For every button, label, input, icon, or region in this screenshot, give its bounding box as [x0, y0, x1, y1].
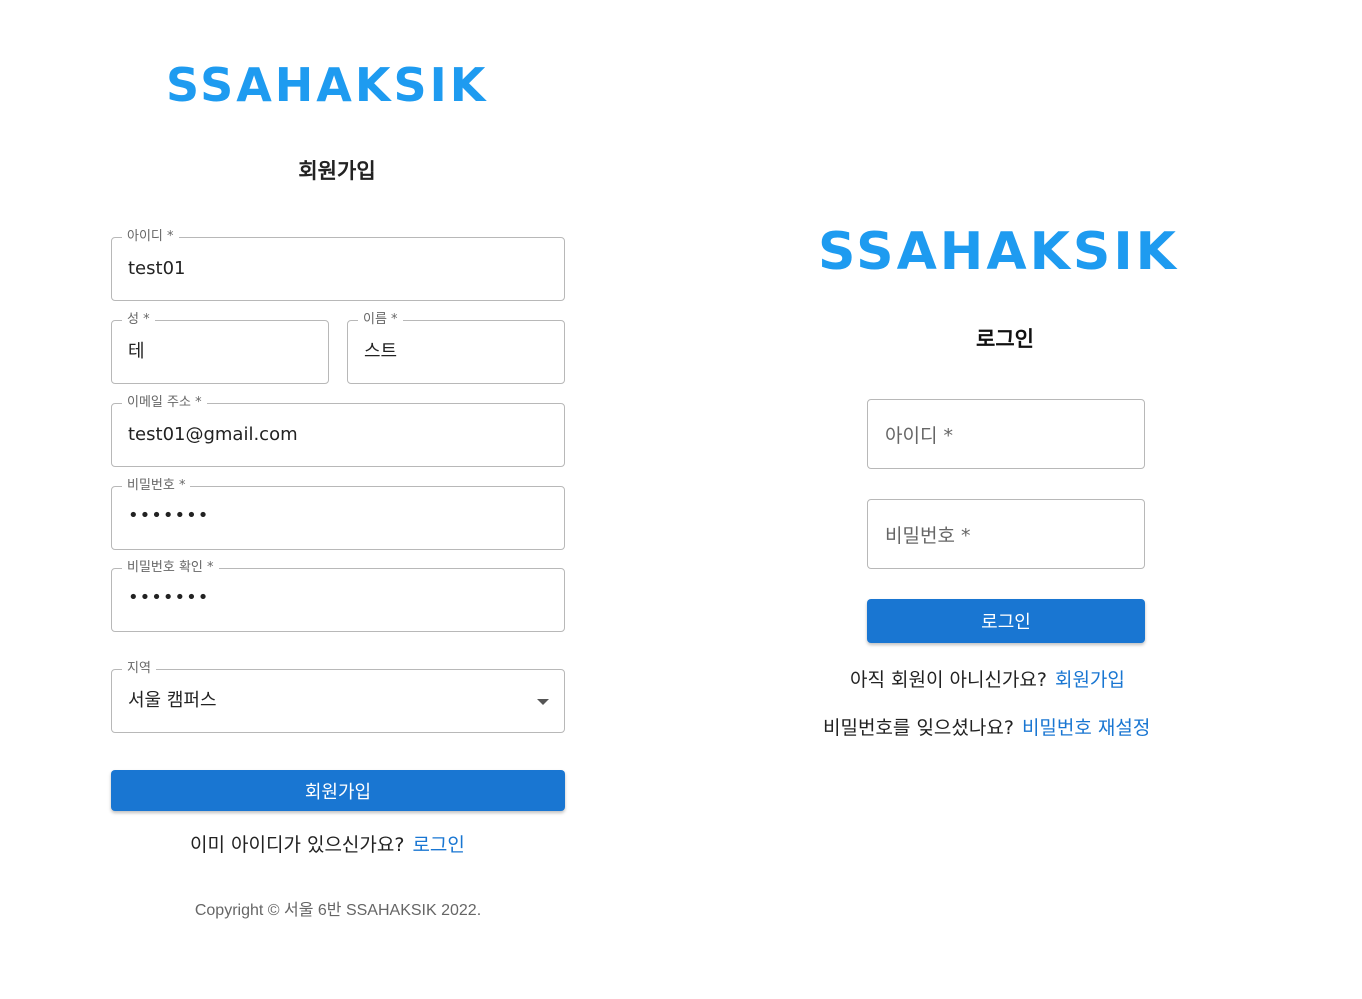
- login-prompt: 이미 아이디가 있으신가요? 로그인: [190, 830, 465, 857]
- login-button[interactable]: 로그인: [867, 599, 1145, 643]
- region-select[interactable]: 지역 서울 캠퍼스: [111, 661, 565, 733]
- username-value: test01: [128, 258, 186, 279]
- password-value: •••••••: [128, 505, 210, 526]
- login-username-placeholder: 아이디 *: [885, 425, 953, 447]
- password-confirm-value: •••••••: [128, 587, 210, 608]
- email-value: test01@gmail.com: [128, 424, 298, 445]
- password-confirm-label: 비밀번호 확인 *: [122, 560, 219, 576]
- email-field[interactable]: 이메일 주소 * test01@gmail.com: [111, 395, 565, 467]
- login-prompt-text: 이미 아이디가 있으신가요?: [190, 834, 405, 856]
- login-password-placeholder: 비밀번호 *: [885, 525, 971, 547]
- page: SSAHAKSIK 회원가입 아이디 * test01 성 * 테 이름 * 스…: [0, 0, 1362, 999]
- signup-prompt: 아직 회원이 아니신가요? 회원가입: [850, 665, 1125, 692]
- email-label: 이메일 주소 *: [122, 395, 207, 411]
- login-username-field[interactable]: 아이디 *: [867, 399, 1145, 469]
- region-label: 지역: [122, 661, 156, 677]
- logo: SSAHAKSIK: [166, 58, 489, 112]
- dropdown-arrow-icon[interactable]: [537, 699, 549, 705]
- logo: SSAHAKSIK: [818, 222, 1179, 282]
- reset-prompt: 비밀번호를 잊으셨나요? 비밀번호 재설정: [823, 713, 1150, 740]
- signup-title: 회원가입: [298, 159, 376, 183]
- first-name-value: 스트: [364, 341, 398, 362]
- login-title: 로그인: [976, 327, 1034, 351]
- last-name-field[interactable]: 성 * 테: [111, 312, 329, 384]
- password-label: 비밀번호 *: [122, 478, 191, 494]
- password-field[interactable]: 비밀번호 * •••••••: [111, 478, 565, 550]
- copyright: Copyright © 서울 6반 SSAHAKSIK 2022.: [194, 902, 482, 919]
- username-field[interactable]: 아이디 * test01: [111, 229, 565, 301]
- password-confirm-field[interactable]: 비밀번호 확인 * •••••••: [111, 560, 565, 632]
- last-name-label: 성 *: [122, 312, 155, 328]
- password-reset-link[interactable]: 비밀번호 재설정: [1022, 717, 1150, 739]
- region-value: 서울 캠퍼스: [128, 690, 217, 711]
- first-name-label: 이름 *: [358, 312, 403, 328]
- last-name-value: 테: [128, 341, 145, 362]
- username-label: 아이디 *: [122, 229, 179, 245]
- first-name-field[interactable]: 이름 * 스트: [347, 312, 565, 384]
- login-password-field[interactable]: 비밀번호 *: [867, 499, 1145, 569]
- login-link[interactable]: 로그인: [412, 834, 464, 856]
- signup-prompt-text: 아직 회원이 아니신가요?: [850, 669, 1047, 691]
- signup-button[interactable]: 회원가입: [111, 770, 565, 811]
- signup-link[interactable]: 회원가입: [1055, 669, 1125, 691]
- reset-prompt-text: 비밀번호를 잊으셨나요?: [823, 717, 1014, 739]
